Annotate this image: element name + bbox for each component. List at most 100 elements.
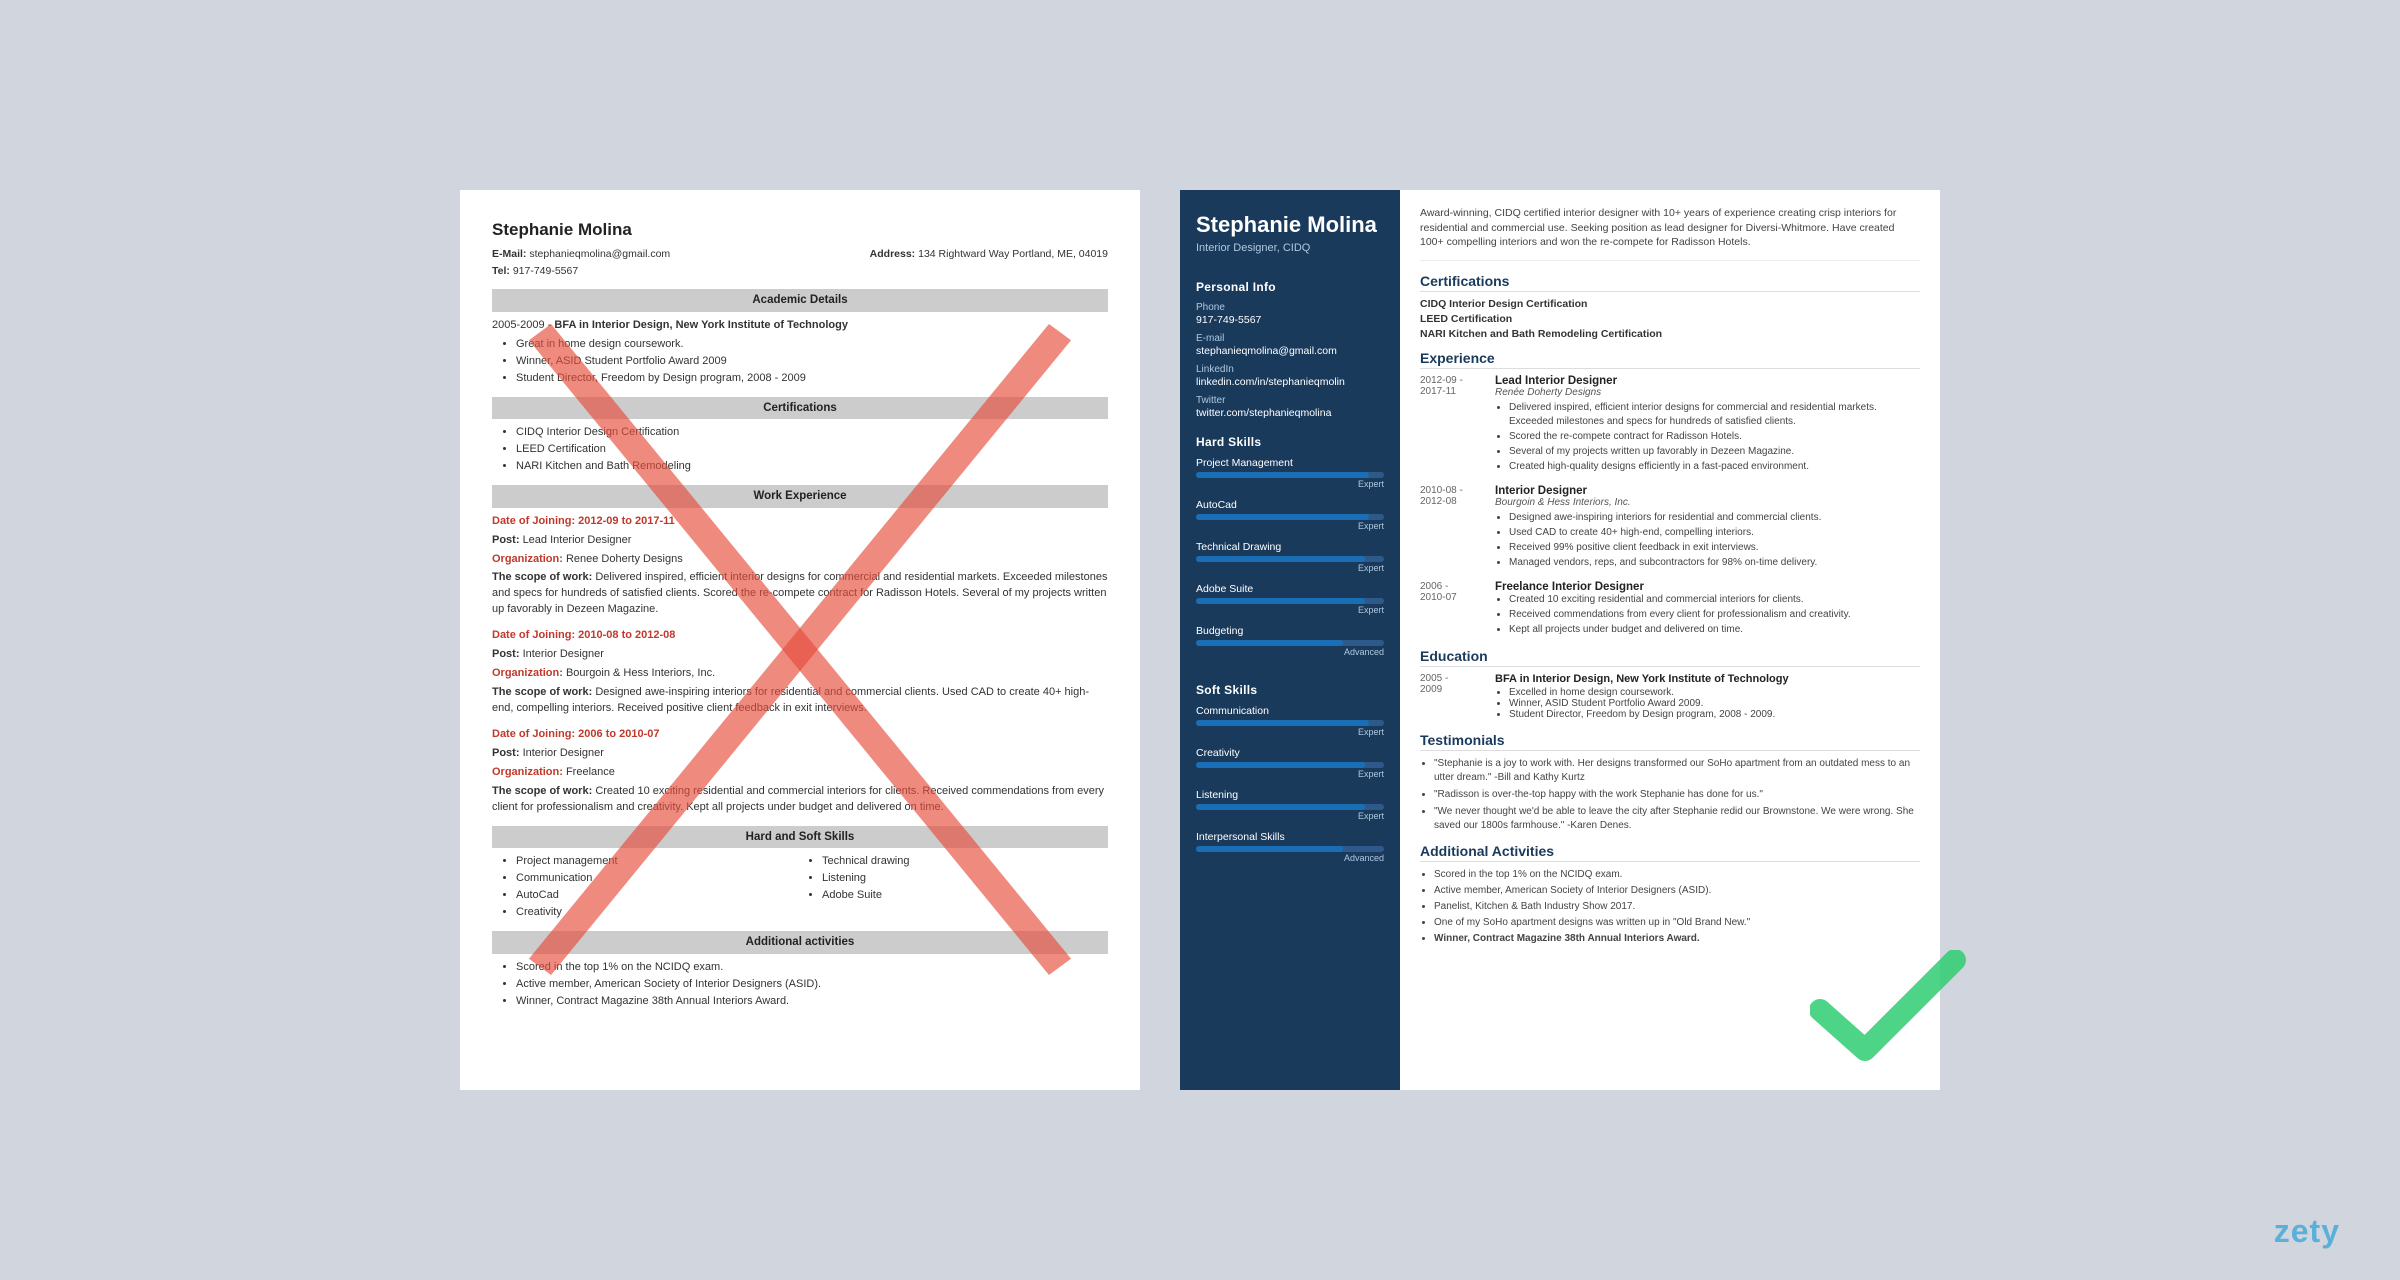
hard-skill-item: Project Management Expert bbox=[1196, 457, 1384, 489]
list-item: Scored the re-compete contract for Radis… bbox=[1509, 430, 1920, 444]
hard-skills-container: Project Management Expert AutoCad Expert… bbox=[1196, 457, 1384, 657]
exp-company-1: Renée Doherty Designs bbox=[1495, 387, 1920, 398]
list-item: Listening bbox=[822, 871, 1108, 887]
skill-bar-bg bbox=[1196, 640, 1384, 646]
work-section-title: Work Experience bbox=[492, 485, 1108, 508]
exp-main-3: Freelance Interior Designer Created 10 e… bbox=[1495, 581, 1920, 637]
exp-bullets-3: Created 10 exciting residential and comm… bbox=[1495, 593, 1920, 637]
testimonials-title: Testimonials bbox=[1420, 732, 1920, 751]
left-contact: E-Mail: stephanieqmolina@gmail.com Addre… bbox=[492, 247, 1108, 262]
additional-section-title: Additional activities bbox=[492, 931, 1108, 954]
left-tel: Tel: 917-749-5567 bbox=[492, 264, 1108, 279]
testimonials-list: "Stephanie is a joy to work with. Her de… bbox=[1420, 757, 1920, 833]
cert-list: CIDQ Interior Design Certification LEED … bbox=[492, 425, 1108, 475]
list-item: Winner, Contract Magazine 38th Annual In… bbox=[516, 994, 1108, 1010]
soft-skill-item: Creativity Expert bbox=[1196, 747, 1384, 779]
list-item: Scored in the top 1% on the NCIDQ exam. bbox=[516, 960, 1108, 976]
skill-name: Communication bbox=[1196, 705, 1384, 717]
list-item: Kept all projects under budget and deliv… bbox=[1509, 623, 1920, 637]
list-item: Active member, American Society of Inter… bbox=[516, 977, 1108, 993]
twitter-value: twitter.com/stephanieqmolina bbox=[1196, 407, 1384, 419]
work-entry-3: Date of Joining: 2006 to 2010-07 Post: I… bbox=[492, 727, 1108, 816]
skill-level: Expert bbox=[1196, 563, 1384, 573]
main-content: Award-winning, CIDQ certified interior d… bbox=[1400, 190, 1940, 1090]
left-address: Address: 134 Rightward Way Portland, ME,… bbox=[870, 247, 1108, 262]
skill-name: Project Management bbox=[1196, 457, 1384, 469]
skills-section-title: Hard and Soft Skills bbox=[492, 826, 1108, 849]
skill-level: Expert bbox=[1196, 769, 1384, 779]
academic-bullets: Great in home design coursework. Winner,… bbox=[492, 337, 1108, 387]
list-item: Created 10 exciting residential and comm… bbox=[1509, 593, 1920, 607]
work-entry-2: Date of Joining: 2010-08 to 2012-08 Post… bbox=[492, 628, 1108, 717]
exp-main-1: Lead Interior Designer Renée Doherty Des… bbox=[1495, 375, 1920, 474]
edu-entry-1: 2005 - 2009 BFA in Interior Design, New … bbox=[1420, 673, 1920, 722]
list-item: Communication bbox=[516, 871, 802, 887]
skill-bar-fill bbox=[1196, 640, 1343, 646]
personal-info-title: Personal Info bbox=[1196, 280, 1384, 294]
exp-bullets-2: Designed awe-inspiring interiors for res… bbox=[1495, 511, 1920, 570]
hard-skills-title: Hard Skills bbox=[1196, 435, 1384, 449]
soft-skill-item: Listening Expert bbox=[1196, 789, 1384, 821]
phone-label: Phone bbox=[1196, 302, 1384, 313]
twitter-label: Twitter bbox=[1196, 395, 1384, 406]
exp-entry-1: 2012-09 - 2017-11 Lead Interior Designer… bbox=[1420, 375, 1920, 475]
sidebar-header: Stephanie Molina Interior Designer, CIDQ bbox=[1180, 190, 1400, 270]
email-label: E-mail bbox=[1196, 333, 1384, 344]
linkedin-value: linkedin.com/in/stephanieqmolin bbox=[1196, 376, 1384, 388]
phone-value: 917-749-5567 bbox=[1196, 314, 1384, 326]
list-item: Panelist, Kitchen & Bath Industry Show 2… bbox=[1434, 900, 1920, 914]
academic-entry: 2005-2009 - BFA in Interior Design, New … bbox=[492, 318, 1108, 387]
list-item: Scored in the top 1% on the NCIDQ exam. bbox=[1434, 868, 1920, 882]
list-item: Delivered inspired, efficient interior d… bbox=[1509, 401, 1920, 429]
cert-section-title: Certifications bbox=[492, 397, 1108, 420]
skill-name: Adobe Suite bbox=[1196, 583, 1384, 595]
list-item: Student Director, Freedom by Design prog… bbox=[1509, 709, 1920, 720]
skill-name: Listening bbox=[1196, 789, 1384, 801]
list-item: "Radisson is over-the-top happy with the… bbox=[1434, 788, 1920, 802]
exp-company-2: Bourgoin & Hess Interiors, Inc. bbox=[1495, 497, 1920, 508]
academic-section-title: Academic Details bbox=[492, 289, 1108, 312]
list-item: Managed vendors, reps, and subcontractor… bbox=[1509, 556, 1920, 570]
edu-dates: 2005 - 2009 bbox=[1420, 673, 1490, 695]
exp-title-2: Interior Designer bbox=[1495, 485, 1920, 497]
exp-dates-1: 2012-09 - 2017-11 bbox=[1420, 375, 1490, 397]
exp-entry-3: 2006 - 2010-07 Freelance Interior Design… bbox=[1420, 581, 1920, 638]
list-item: Active member, American Society of Inter… bbox=[1434, 884, 1920, 898]
skill-bar-fill bbox=[1196, 720, 1369, 726]
additional-title: Additional Activities bbox=[1420, 843, 1920, 862]
list-item: AutoCad bbox=[516, 888, 802, 904]
left-resume-wrapper: Stephanie Molina E-Mail: stephanieqmolin… bbox=[460, 190, 1140, 1090]
left-name: Stephanie Molina bbox=[492, 218, 1108, 243]
exp-dates-3: 2006 - 2010-07 bbox=[1420, 581, 1490, 603]
list-item: NARI Kitchen and Bath Remodeling bbox=[516, 459, 1108, 475]
list-item: Creativity bbox=[516, 905, 802, 921]
sidebar-title: Interior Designer, CIDQ bbox=[1196, 242, 1384, 254]
list-item: "We never thought we'd be able to leave … bbox=[1434, 805, 1920, 833]
exp-entry-2: 2010-08 - 2012-08 Interior Designer Bour… bbox=[1420, 485, 1920, 571]
list-item: Excelled in home design coursework. bbox=[1509, 687, 1920, 698]
edu-bullets: Excelled in home design coursework. Winn… bbox=[1495, 687, 1920, 720]
list-item: Received commendations from every client… bbox=[1509, 608, 1920, 622]
soft-skills-title: Soft Skills bbox=[1196, 683, 1384, 697]
skill-bar-fill bbox=[1196, 556, 1365, 562]
skill-bar-bg bbox=[1196, 472, 1384, 478]
list-item: CIDQ Interior Design Certification bbox=[516, 425, 1108, 441]
skill-bar-fill bbox=[1196, 762, 1365, 768]
list-item: Several of my projects written up favora… bbox=[1509, 445, 1920, 459]
skill-name: Technical Drawing bbox=[1196, 541, 1384, 553]
edu-main: BFA in Interior Design, New York Institu… bbox=[1495, 673, 1920, 720]
skill-bar-bg bbox=[1196, 762, 1384, 768]
cert-title: Certifications bbox=[1420, 273, 1920, 292]
left-email: E-Mail: stephanieqmolina@gmail.com bbox=[492, 247, 670, 262]
cert-list-right: CIDQ Interior Design Certification LEED … bbox=[1420, 298, 1920, 340]
sidebar: Stephanie Molina Interior Designer, CIDQ… bbox=[1180, 190, 1400, 1090]
skill-bar-bg bbox=[1196, 598, 1384, 604]
skill-bar-bg bbox=[1196, 514, 1384, 520]
list-item: Winner, ASID Student Portfolio Award 200… bbox=[516, 354, 1108, 370]
skill-bar-bg bbox=[1196, 556, 1384, 562]
skill-level: Expert bbox=[1196, 811, 1384, 821]
edu-title: Education bbox=[1420, 648, 1920, 667]
zety-watermark: zety bbox=[2274, 1213, 2340, 1250]
list-item: Winner, Contract Magazine 38th Annual In… bbox=[1434, 932, 1920, 946]
list-item: Received 99% positive client feedback in… bbox=[1509, 541, 1920, 555]
